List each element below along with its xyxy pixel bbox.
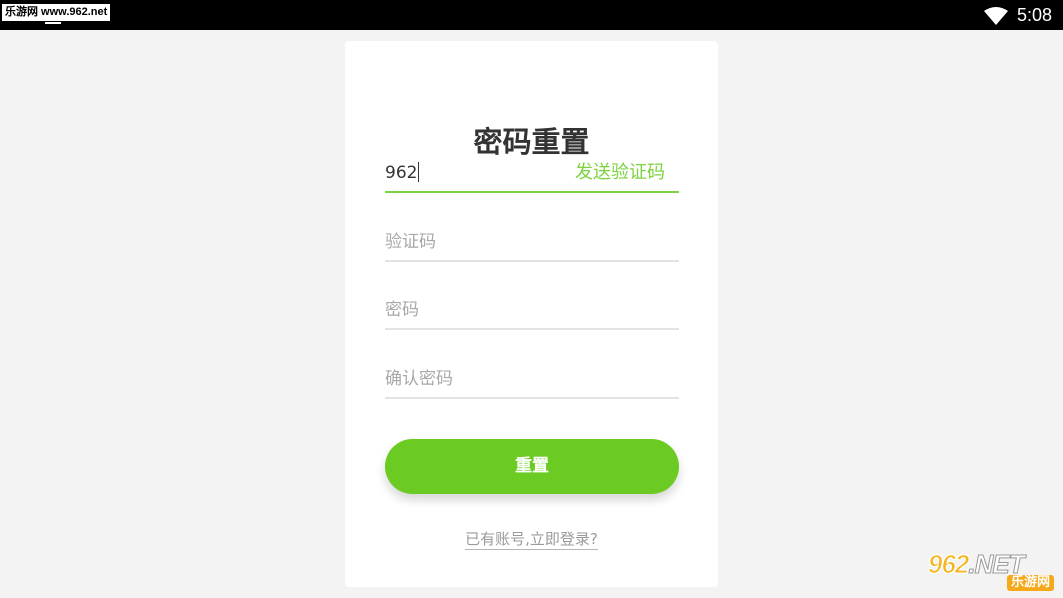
reset-password-card: 密码重置 962 发送验证码 验证码 密码 确认密码 重置 已有账号,立即登录? [345, 41, 718, 587]
verification-code-placeholder: 验证码 [385, 232, 436, 252]
password-field[interactable]: 密码 [385, 290, 679, 330]
phone-field[interactable]: 962 发送验证码 [385, 153, 679, 193]
wifi-icon [984, 7, 1008, 25]
reset-button[interactable]: 重置 [385, 439, 679, 494]
password-placeholder: 密码 [385, 300, 419, 320]
send-code-button[interactable]: 发送验证码 [575, 158, 665, 184]
confirm-password-placeholder: 确认密码 [385, 369, 453, 389]
confirm-password-field[interactable]: 确认密码 [385, 359, 679, 399]
status-bar: 乐游网 www.962.net 5:08 [0, 0, 1063, 30]
phone-input[interactable]: 962 [385, 162, 420, 183]
menu-indicator [45, 22, 61, 24]
login-link-container: 已有账号,立即登录? [345, 528, 718, 550]
text-caret [418, 162, 420, 182]
status-time: 5:08 [1017, 5, 1053, 25]
watermark-logo-number: 962 [927, 549, 969, 580]
site-watermark-logo: 962.NET 乐游网 [924, 549, 1058, 593]
verification-code-field[interactable]: 验证码 [385, 222, 679, 262]
watermark-label: 乐游网 www.962.net [2, 4, 111, 21]
login-link[interactable]: 已有账号,立即登录? [465, 530, 598, 550]
watermark-logo-sub: 乐游网 [1006, 575, 1054, 591]
phone-value: 962 [385, 163, 418, 183]
